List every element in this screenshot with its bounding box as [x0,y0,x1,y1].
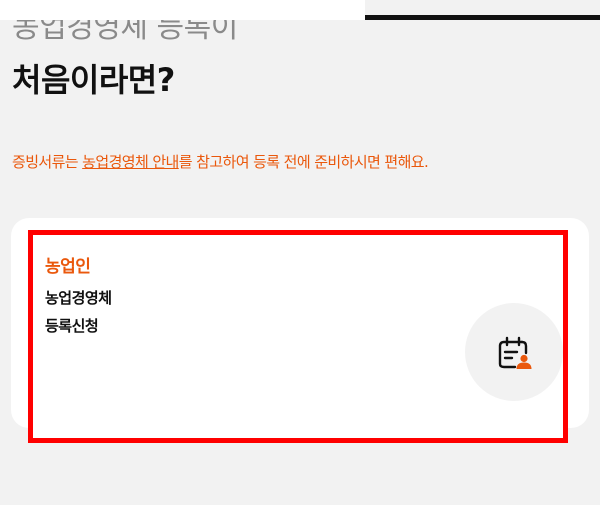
farmer-registration-card[interactable]: 농업인 농업경영체 등록신청 [28,230,568,443]
top-overlay [0,0,365,20]
card-subtitle-line1: 농업경영체 [45,289,112,307]
notice-text: 증빙서류는 농업경영체 안내를 참고하여 등록 전에 준비하시면 편해요. [12,150,429,174]
notice-prefix: 증빙서류는 [12,153,83,171]
top-divider [365,15,600,20]
notice-suffix: 를 참고하여 등록 전에 준비하시면 편해요. [178,153,429,171]
page-title: 처음이라면? [12,61,175,99]
card-icon-circle [465,303,563,401]
farm-business-guide-link[interactable]: 농업경영체 안내 [82,153,179,171]
card-title: 농업인 [45,257,91,277]
calendar-user-icon [498,336,532,369]
card-subtitle-line2: 등록신청 [45,317,99,335]
